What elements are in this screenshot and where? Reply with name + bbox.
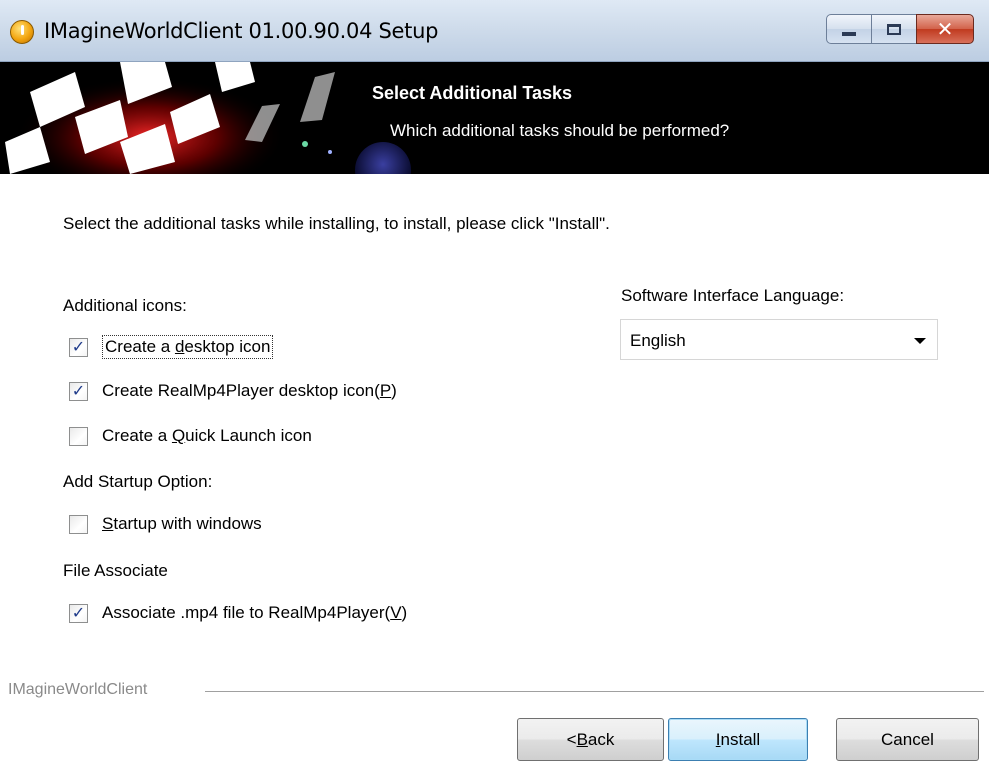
additional-icons-label: Additional icons: <box>63 296 187 315</box>
setup-app-icon <box>10 20 34 44</box>
close-button[interactable]: ✕ <box>916 14 974 44</box>
window-title: IMagineWorldClient 01.00.90.04 Setup <box>44 19 439 43</box>
cancel-button[interactable]: Cancel <box>836 718 979 761</box>
checkbox-label: Startup with windows <box>102 514 262 533</box>
startup-option-label: Add Startup Option: <box>63 472 213 491</box>
language-label: Software Interface Language: <box>621 286 845 305</box>
checkbox-startup-with-windows[interactable]: Startup with windows <box>69 514 262 534</box>
language-selected-value: English <box>630 331 686 350</box>
banner-title: Select Additional Tasks <box>372 83 573 103</box>
checkbox-box[interactable]: ✓ <box>69 603 88 623</box>
checkmark-icon: ✓ <box>71 337 86 356</box>
installer-brand-label: IMagineWorldClient <box>8 681 148 698</box>
minimize-button[interactable] <box>826 14 872 44</box>
intro-text: Select the additional tasks while instal… <box>63 214 610 233</box>
checkbox-realmp4player-desktop-icon[interactable]: ✓ Create RealMp4Player desktop icon(P) <box>69 381 397 401</box>
header-banner: Select Additional Tasks Which additional… <box>0 62 989 174</box>
language-select[interactable]: English <box>620 319 938 360</box>
file-associate-label: File Associate <box>63 561 168 580</box>
checkbox-label: Create a Quick Launch icon <box>102 426 312 445</box>
checkmark-icon: ✓ <box>71 603 86 622</box>
maximize-button[interactable] <box>871 14 917 44</box>
checkbox-label: Create a desktop icon <box>102 335 274 359</box>
checkmark-icon: ✓ <box>71 381 86 400</box>
banner-subtitle: Which additional tasks should be perform… <box>390 121 730 140</box>
checkbox-desktop-icon[interactable]: ✓ Create a desktop icon <box>69 335 274 359</box>
checkbox-box[interactable]: ✓ <box>69 381 88 401</box>
back-button[interactable]: < Back <box>517 718 664 761</box>
minimize-icon <box>842 32 856 36</box>
maximize-icon <box>887 23 901 35</box>
checkbox-box[interactable] <box>69 514 88 534</box>
footer-divider <box>205 691 984 693</box>
checkbox-box[interactable]: ✓ <box>69 337 88 357</box>
title-bar[interactable]: IMagineWorldClient 01.00.90.04 Setup ✕ <box>0 0 989 62</box>
checkbox-label: Associate .mp4 file to RealMp4Player(V) <box>102 603 408 622</box>
checkbox-associate-mp4[interactable]: ✓ Associate .mp4 file to RealMp4Player(V… <box>69 603 407 623</box>
dropdown-arrow-icon[interactable] <box>914 338 926 344</box>
checkbox-label: Create RealMp4Player desktop icon(P) <box>102 381 397 400</box>
install-button[interactable]: Install <box>668 718 808 761</box>
checkered-flag-graphic <box>5 62 411 174</box>
checkbox-box[interactable] <box>69 426 88 446</box>
close-icon: ✕ <box>936 17 954 41</box>
checkbox-quick-launch-icon[interactable]: Create a Quick Launch icon <box>69 426 312 446</box>
